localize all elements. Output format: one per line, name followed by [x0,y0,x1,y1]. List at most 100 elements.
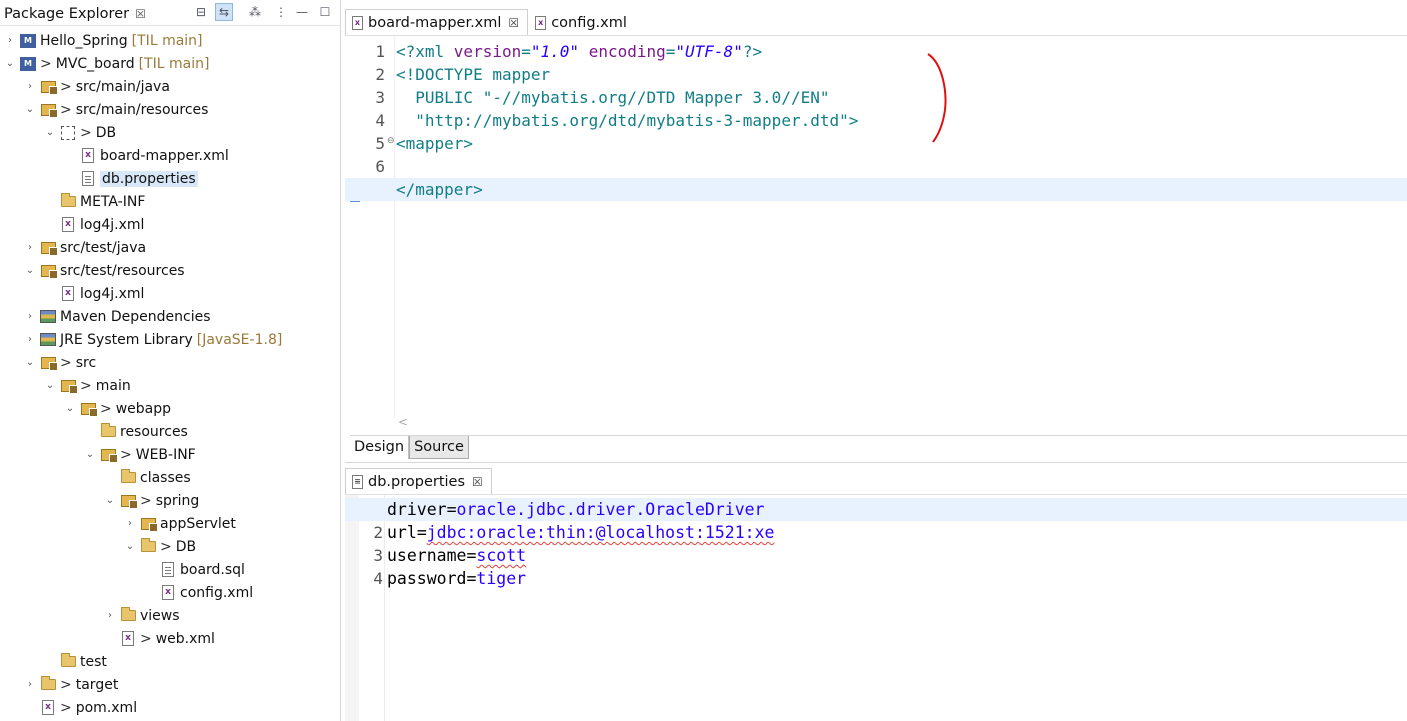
filters-icon[interactable]: ⁂ [246,3,264,21]
tree-item-label: db.properties [100,170,198,187]
tree-item[interactable]: ⌄ > DB [0,121,340,144]
close-icon[interactable]: ☒ [508,16,519,30]
source-folder-icon [40,355,58,371]
collapse-arrow-icon[interactable]: ⌄ [4,58,16,69]
close-icon[interactable]: ☒ [472,475,483,489]
xml-file-icon: x [160,585,176,601]
collapse-all-icon[interactable]: ⊟ [192,3,210,21]
collapse-arrow-icon[interactable]: ⌄ [84,449,96,460]
tree-item[interactable]: ⌄ > src [0,351,340,374]
fold-toggle-icon[interactable]: ⊖ [387,136,395,146]
line-number: 2 [375,65,385,84]
tree-item[interactable]: META-INF [0,190,340,213]
tree-item[interactable]: x > web.xml [0,627,340,650]
collapse-arrow-icon[interactable]: ⌄ [24,357,36,368]
expand-arrow-icon[interactable]: › [24,334,36,345]
folder-icon [100,423,116,440]
horizontal-scrollbar[interactable]: < [390,412,1407,432]
source-folder-icon [40,79,58,95]
tree-item-label: src/test/resources [60,262,185,279]
property-value: scott [476,546,527,565]
expand-arrow-icon[interactable]: › [24,81,36,92]
tree-item[interactable]: x > pom.xml [0,696,340,719]
xml-file-icon: x [60,217,76,233]
code-area[interactable]: driver=oracle.jdbc.driver.OracleDriver ur… [345,495,1407,721]
collapse-arrow-icon[interactable]: ⌄ [104,495,116,506]
tree-item[interactable]: › JRE System Library [JavaSE-1.8] [0,328,340,351]
link-with-editor-icon[interactable]: ⇆ [215,3,233,21]
git-branch-decoration: [JavaSE-1.8] [196,331,283,348]
tree-item[interactable]: x config.xml [0,581,340,604]
package-icon [60,125,76,141]
tree-item[interactable]: board.sql [0,558,340,581]
property-line: driver=oracle.jdbc.driver.OracleDriver [387,498,765,521]
tree-item[interactable]: › appServlet [0,512,340,535]
collapse-arrow-icon[interactable]: ⌄ [44,380,56,391]
tree-item-label: JRE System Library [60,331,193,348]
tree-item[interactable]: resources [0,420,340,443]
tab-label: board-mapper.xml [368,14,502,31]
dirty-marker: > [40,55,52,72]
tree-item[interactable]: › > target [0,673,340,696]
tree-item-label: appServlet [160,515,236,532]
tree-item[interactable]: ⌄ > WEB-INF [0,443,340,466]
line-number: 4 [373,569,383,588]
tab-config-xml[interactable]: x config.xml [528,9,636,35]
tab-design[interactable]: Design [350,436,410,459]
maximize-icon[interactable]: ☐ [316,3,334,21]
tree-item[interactable]: ⌄ M > MVC_board [TIL main] [0,52,340,75]
collapse-arrow-icon[interactable]: ⌄ [124,541,136,552]
tree-item-label: webapp [115,400,172,417]
expand-arrow-icon[interactable]: › [24,242,36,253]
close-icon[interactable]: ☒ [135,7,146,21]
collapse-arrow-icon[interactable]: ⌄ [44,127,56,138]
tree-item[interactable]: › src/test/java [0,236,340,259]
tree-item[interactable]: test [0,650,340,673]
code-line: <mapper> [396,132,473,155]
package-explorer-view: Package Explorer ☒ ⊟ ⇆ ⁂ ⋮ — ☐ › M Hello_S… [0,0,341,721]
tree-item[interactable]: classes [0,466,340,489]
expand-arrow-icon[interactable]: › [24,311,36,322]
source-folder-icon [80,401,98,417]
expand-arrow-icon[interactable]: › [124,518,136,529]
tree-item[interactable]: x log4j.xml [0,282,340,305]
expand-arrow-icon[interactable]: › [4,35,16,46]
tree-item-label: src/main/resources [75,101,209,118]
package-explorer-tab[interactable]: Package Explorer ☒ [4,3,146,24]
tree-item[interactable]: ⌄ src/test/resources [0,259,340,282]
code-line: <?xml version="1.0" encoding="UTF-8"?> [396,40,762,63]
tree-item-label: MVC_board [55,55,135,72]
expand-arrow-icon[interactable]: › [104,610,116,621]
minimize-icon[interactable]: — [293,3,311,21]
tree-item[interactable]: x log4j.xml [0,213,340,236]
tab-db-properties[interactable]: ≡ db.properties ☒ [345,468,492,494]
tab-board-mapper-xml[interactable]: x board-mapper.xml ☒ [345,9,529,35]
expand-arrow-icon[interactable]: › [24,679,36,690]
tree-item[interactable]: ⌄ > spring [0,489,340,512]
collapse-arrow-icon[interactable]: ⌄ [64,403,76,414]
tree-item[interactable]: ⌄ > DB [0,535,340,558]
tree-item[interactable]: x board-mapper.xml [0,144,340,167]
tree-item[interactable]: › Maven Dependencies [0,305,340,328]
code-area[interactable]: <?xml version="1.0" encoding="UTF-8"?> <!… [345,36,1407,418]
annotation-ruler[interactable] [345,495,359,721]
tree-item[interactable]: db.properties [0,167,340,190]
tree-item[interactable]: ⌄ > main [0,374,340,397]
tab-source[interactable]: Source [409,436,469,459]
xml-file-icon: x [120,631,136,647]
annotation-ruler[interactable] [345,36,363,418]
code-token: = [521,42,531,61]
git-branch-decoration: [TIL main] [138,55,210,72]
tree-item[interactable]: › M Hello_Spring [TIL main] [0,29,340,52]
red-bracket-annotation [927,53,947,143]
tree-item[interactable]: ⌄ > src/main/resources [0,98,340,121]
scroll-left-icon[interactable]: < [398,415,408,429]
tree-item[interactable]: › > src/main/java [0,75,340,98]
view-menu-icon[interactable]: ⋮ [272,3,290,21]
property-key: driver [387,500,447,519]
tree-item-label: main [95,377,131,394]
collapse-arrow-icon[interactable]: ⌄ [24,104,36,115]
tree-item[interactable]: ⌄ > webapp [0,397,340,420]
tree-item[interactable]: › views [0,604,340,627]
collapse-arrow-icon[interactable]: ⌄ [24,265,36,276]
